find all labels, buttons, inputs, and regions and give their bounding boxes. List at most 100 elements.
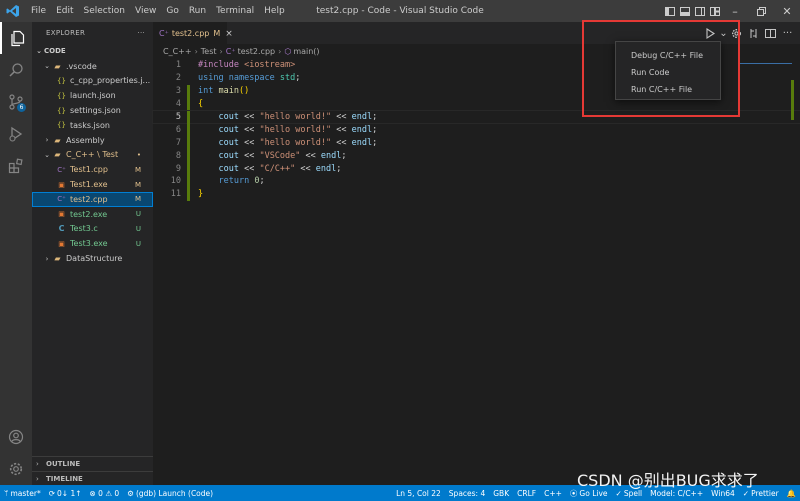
tree-item[interactable]: › ▰ Assembly xyxy=(32,133,153,148)
problems-status[interactable]: ⊗ 0 ⚠ 0 xyxy=(86,489,124,498)
menu-view[interactable]: View xyxy=(130,0,161,22)
tab-modified-badge: M xyxy=(213,29,221,38)
run-cpp-file-item[interactable]: Run C/C++ File xyxy=(616,81,720,98)
tab-test2-cpp[interactable]: C⁺ test2.cpp M × xyxy=(153,22,233,44)
run-code-item[interactable]: Run Code xyxy=(616,64,720,81)
code-line[interactable]: 11} xyxy=(153,187,800,201)
tree-item[interactable]: › ▰ DataStructure xyxy=(32,251,153,266)
tree-item[interactable]: {} launch.json xyxy=(32,88,153,103)
explorer-more-button[interactable]: ··· xyxy=(137,29,145,37)
toggle-panel-icon[interactable] xyxy=(677,0,692,22)
function-symbol-icon: ⬡ xyxy=(284,47,292,56)
run-debug-icon[interactable] xyxy=(0,118,32,150)
git-gutter-marker xyxy=(187,136,190,150)
git-status-badge: U xyxy=(135,210,141,219)
git-gutter-marker xyxy=(187,59,190,72)
breadcrumb-item[interactable]: test2.cpp xyxy=(238,47,276,56)
tree-item[interactable]: {} c_cpp_properties.j... xyxy=(32,74,153,89)
menu-edit[interactable]: Edit xyxy=(51,0,78,22)
tree-item[interactable]: C Test3.c U xyxy=(32,222,153,237)
git-status-badge: U xyxy=(135,239,141,248)
explorer-icon[interactable] xyxy=(0,22,32,54)
tree-item-label: tasks.json xyxy=(70,120,110,130)
language-status[interactable]: C++ xyxy=(540,489,566,498)
chevron-right-icon: › xyxy=(45,136,49,145)
line-number: 4 xyxy=(175,99,181,110)
tree-item[interactable]: {} settings.json xyxy=(32,103,153,118)
code-line[interactable]: 10 return 0; xyxy=(153,175,800,188)
notifications-bell-icon[interactable]: 🔔 xyxy=(783,489,800,498)
tree-item[interactable]: C⁺ Test1.cpp M xyxy=(32,162,153,177)
folder-icon: ▰ xyxy=(54,254,61,264)
sync-status[interactable]: ⟳ 0↓ 1↑ xyxy=(45,489,86,498)
outline-section[interactable]: › OUTLINE xyxy=(32,456,153,471)
outline-label: OUTLINE xyxy=(46,460,81,468)
code-text: cout << "hello world!" << endl; xyxy=(218,124,378,135)
tree-item[interactable]: ▣ Test1.exe M xyxy=(32,177,153,192)
breadcrumb-separator-icon: › xyxy=(219,47,223,56)
tree-item[interactable]: {} tasks.json xyxy=(32,118,153,133)
tab-close-icon[interactable]: × xyxy=(225,29,233,39)
code-line[interactable]: 9 cout << "C/C++" << endl; xyxy=(153,162,800,176)
menu-selection[interactable]: Selection xyxy=(79,0,130,22)
settings-gear-icon[interactable] xyxy=(728,22,745,44)
customize-layout-icon[interactable] xyxy=(707,0,722,22)
tree-item-label: Assembly xyxy=(66,135,105,145)
breadcrumb-item[interactable]: C_C++ xyxy=(163,47,192,56)
json-file-icon: {} xyxy=(57,91,66,100)
workspace-root[interactable]: ⌄ CODE xyxy=(32,44,153,59)
timeline-section[interactable]: › TIMELINE xyxy=(32,471,153,486)
manage-gear-icon[interactable] xyxy=(0,453,32,485)
compare-changes-icon[interactable] xyxy=(745,22,762,44)
tree-item-label: .vscode xyxy=(66,61,97,71)
tree-item[interactable]: ▣ test2.exe U xyxy=(32,207,153,222)
restore-button[interactable] xyxy=(748,0,774,22)
source-control-badge: 6 xyxy=(17,103,26,112)
source-control-icon[interactable]: 6 xyxy=(0,86,32,118)
indentation-status[interactable]: Spaces: 4 xyxy=(445,489,489,498)
menu-file[interactable]: File xyxy=(26,0,51,22)
code-line[interactable]: 6 cout << "hello world!" << endl; xyxy=(153,123,800,137)
toggle-sidebar-icon[interactable] xyxy=(662,0,677,22)
search-icon[interactable] xyxy=(0,54,32,86)
branch-status[interactable]: ᛘ master* xyxy=(0,489,45,498)
sync-icon: ⟳ xyxy=(48,488,55,498)
breadcrumb-item[interactable]: Test xyxy=(201,47,217,56)
breadcrumb-item[interactable]: main() xyxy=(293,47,319,56)
chevron-down-icon: ⌄ xyxy=(44,62,50,71)
encoding-status[interactable]: GBK xyxy=(489,489,513,498)
menu-run[interactable]: Run xyxy=(184,0,211,22)
accounts-icon[interactable] xyxy=(0,421,32,453)
split-editor-icon[interactable] xyxy=(762,22,779,44)
git-status-badge: M xyxy=(134,195,141,204)
explorer-title: EXPLORER xyxy=(46,29,86,37)
exe-file-icon: ▣ xyxy=(58,239,65,248)
file-tree: ⌄ ▰ .vscode{} c_cpp_properties.j...{} launch… xyxy=(32,59,153,266)
tree-item[interactable]: ⌄ ▰ C_C++ \ Test • xyxy=(32,148,153,163)
more-actions-icon[interactable]: ··· xyxy=(779,22,796,44)
code-line[interactable]: 8 cout << "VSCode" << endl; xyxy=(153,149,800,163)
run-dropdown-menu: Debug C/C++ File Run Code Run C/C++ File xyxy=(615,41,721,100)
close-window-button[interactable]: ✕ xyxy=(774,0,800,22)
git-status-badge: U xyxy=(135,224,141,233)
extensions-icon[interactable] xyxy=(0,150,32,182)
eol-status[interactable]: CRLF xyxy=(513,489,540,498)
launch-config-status[interactable]: ⚙ (gdb) Launch (Code) xyxy=(123,489,217,498)
debug-cpp-file-item[interactable]: Debug C/C++ File xyxy=(616,47,720,64)
c-file-icon: C xyxy=(58,224,65,234)
git-status-badge: • xyxy=(136,150,141,159)
code-line[interactable]: 7 cout << "hello world!" << endl; xyxy=(153,136,800,150)
menu-go[interactable]: Go xyxy=(161,0,183,22)
cursor-position-status[interactable]: Ln 5, Col 22 xyxy=(392,489,445,498)
tree-item[interactable]: ▣ Test3.exe U xyxy=(32,236,153,251)
folder-icon: ▰ xyxy=(54,135,61,145)
tree-item[interactable]: ⌄ ▰ .vscode xyxy=(32,59,153,74)
menu-terminal[interactable]: Terminal xyxy=(211,0,259,22)
code-line[interactable]: 5 cout << "hello world!" << endl; xyxy=(152,109,800,125)
code-text: return 0; xyxy=(218,176,265,187)
toggle-secondary-sidebar-icon[interactable] xyxy=(692,0,707,22)
breadcrumb-separator-icon: › xyxy=(194,47,198,56)
menu-help[interactable]: Help xyxy=(259,0,290,22)
minimize-button[interactable]: – xyxy=(722,0,748,22)
tree-item[interactable]: C⁺ test2.cpp M xyxy=(32,191,153,207)
